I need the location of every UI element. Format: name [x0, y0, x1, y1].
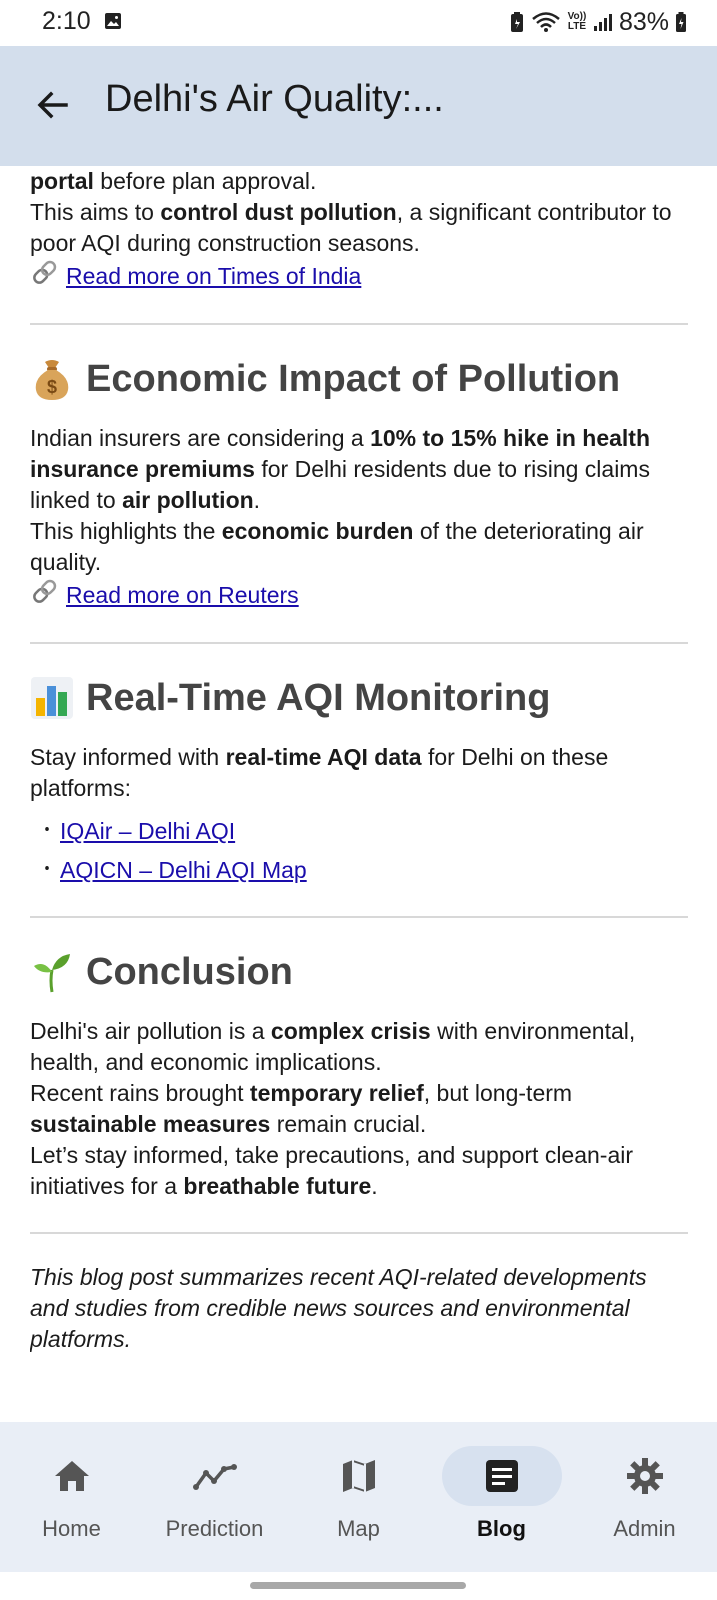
- nav-label: Prediction: [165, 1516, 264, 1541]
- nav-prediction[interactable]: Prediction: [143, 1422, 286, 1572]
- conclusion-line-1: Delhi's air pollution is a complex crisi…: [30, 1016, 688, 1078]
- aqicn-link[interactable]: AQICN – Delhi AQI Map: [60, 857, 307, 883]
- battery-icon: [675, 11, 687, 33]
- bold-text: real-time AQI data: [225, 744, 422, 770]
- link-icon: [30, 578, 60, 612]
- text: before plan approval.: [93, 168, 317, 194]
- status-bar: 2:10 Vo)) LTE 83%: [0, 0, 717, 46]
- text: , but long-term: [423, 1080, 573, 1106]
- nav-label: Blog: [477, 1516, 526, 1541]
- section-title: Economic Impact of Pollution: [86, 357, 621, 400]
- link-icon: [30, 259, 60, 293]
- list-item: AQICN – Delhi AQI Map: [44, 851, 688, 890]
- back-arrow-icon: [37, 91, 68, 119]
- trend-line-icon: [192, 1464, 237, 1490]
- nav-label: Admin: [613, 1516, 676, 1541]
- reuters-link-line: Read more on Reuters: [30, 578, 688, 612]
- signal-icon: [593, 12, 613, 32]
- economic-paragraph: Indian insurers are considering a 10% to…: [30, 423, 688, 516]
- nav-home[interactable]: Home: [0, 1422, 143, 1572]
- blog-content[interactable]: portal before plan approval. This aims t…: [30, 166, 688, 1422]
- gear-icon: [626, 1458, 663, 1494]
- bold-text: breathable future: [183, 1173, 372, 1199]
- construction-paragraph-end: portal before plan approval.: [30, 166, 688, 197]
- list-item: IQAir – Delhi AQI: [44, 812, 688, 851]
- seedling-icon: [30, 950, 74, 994]
- text: This aims to: [30, 199, 161, 225]
- reuters-link[interactable]: Read more on Reuters: [66, 580, 299, 611]
- nav-label: Map: [337, 1516, 380, 1541]
- text: Recent rains brought: [30, 1080, 250, 1106]
- nav-admin[interactable]: Admin: [573, 1422, 716, 1572]
- back-button[interactable]: [30, 82, 76, 128]
- svg-text:$: $: [47, 377, 57, 397]
- nav-icon-container: [441, 1446, 562, 1506]
- nav-icon-container: [299, 1446, 419, 1506]
- conclusion-line-3: Let’s stay informed, take precautions, a…: [30, 1140, 688, 1202]
- nav-label: Home: [42, 1516, 101, 1541]
- realtime-paragraph: Stay informed with real-time AQI data fo…: [30, 742, 688, 804]
- bar-chart-icon: [30, 676, 74, 720]
- volte-bottom-text: LTE: [567, 21, 587, 32]
- bold-text: portal: [30, 168, 94, 194]
- wifi-icon: [531, 11, 561, 33]
- money-bag-icon: $: [30, 357, 74, 401]
- bold-text: complex crisis: [270, 1018, 431, 1044]
- article-icon: [485, 1460, 518, 1492]
- conclusion-section-heading: Conclusion: [30, 946, 688, 998]
- text: remain crucial.: [270, 1111, 427, 1137]
- economic-burden-paragraph: This highlights the economic burden of t…: [30, 516, 688, 578]
- section-title: Real-Time AQI Monitoring: [86, 676, 551, 719]
- toi-link-line: Read more on Times of India: [30, 259, 688, 293]
- footnote: This blog post summarizes recent AQI-rel…: [30, 1264, 647, 1352]
- text: Indian insurers are considering a: [30, 425, 371, 451]
- text: .: [371, 1173, 378, 1199]
- construction-aims-paragraph: This aims to control dust pollution, a s…: [30, 197, 688, 259]
- section-title: Conclusion: [86, 950, 293, 993]
- bold-text: sustainable measures: [30, 1111, 271, 1137]
- battery-percent: 83%: [618, 7, 669, 36]
- conclusion-line-2: Recent rains brought temporary relief, b…: [30, 1078, 688, 1140]
- battery-saver-icon: [509, 11, 525, 33]
- app-bar: Delhi's Air Quality:...: [0, 46, 717, 166]
- bold-text: temporary relief: [249, 1080, 424, 1106]
- status-time: 2:10: [42, 7, 91, 35]
- iqair-link[interactable]: IQAir – Delhi AQI: [60, 818, 235, 844]
- home-icon: [54, 1461, 89, 1491]
- nav-icon-container: [155, 1446, 275, 1506]
- nav-icon-container: [12, 1446, 132, 1506]
- realtime-section-heading: Real-Time AQI Monitoring: [30, 672, 688, 724]
- volte-indicator: Vo)) LTE: [567, 12, 587, 32]
- bold-text: economic burden: [221, 518, 414, 544]
- page-title: Delhi's Air Quality:...: [105, 78, 444, 120]
- text: Delhi's air pollution is a: [30, 1018, 271, 1044]
- text: .: [253, 487, 261, 513]
- nav-blog[interactable]: Blog: [430, 1422, 573, 1572]
- bold-text: air pollution: [122, 487, 254, 513]
- map-icon: [342, 1460, 375, 1492]
- text: Stay informed with: [30, 744, 226, 770]
- bottom-navigation: Home Prediction Map Blog Admin: [0, 1422, 717, 1572]
- text: This highlights the: [30, 518, 222, 544]
- times-of-india-link[interactable]: Read more on Times of India: [66, 261, 361, 292]
- nav-map[interactable]: Map: [287, 1422, 430, 1572]
- bold-text: control dust pollution: [160, 199, 397, 225]
- aqi-platform-list: IQAir – Delhi AQI AQICN – Delhi AQI Map: [30, 812, 688, 890]
- gesture-handle[interactable]: [250, 1582, 466, 1589]
- nav-icon-container: [585, 1446, 705, 1506]
- image-notification-icon: [104, 12, 122, 30]
- economic-section-heading: $ Economic Impact of Pollution: [30, 353, 688, 405]
- status-icons: Vo)) LTE 83%: [509, 6, 687, 38]
